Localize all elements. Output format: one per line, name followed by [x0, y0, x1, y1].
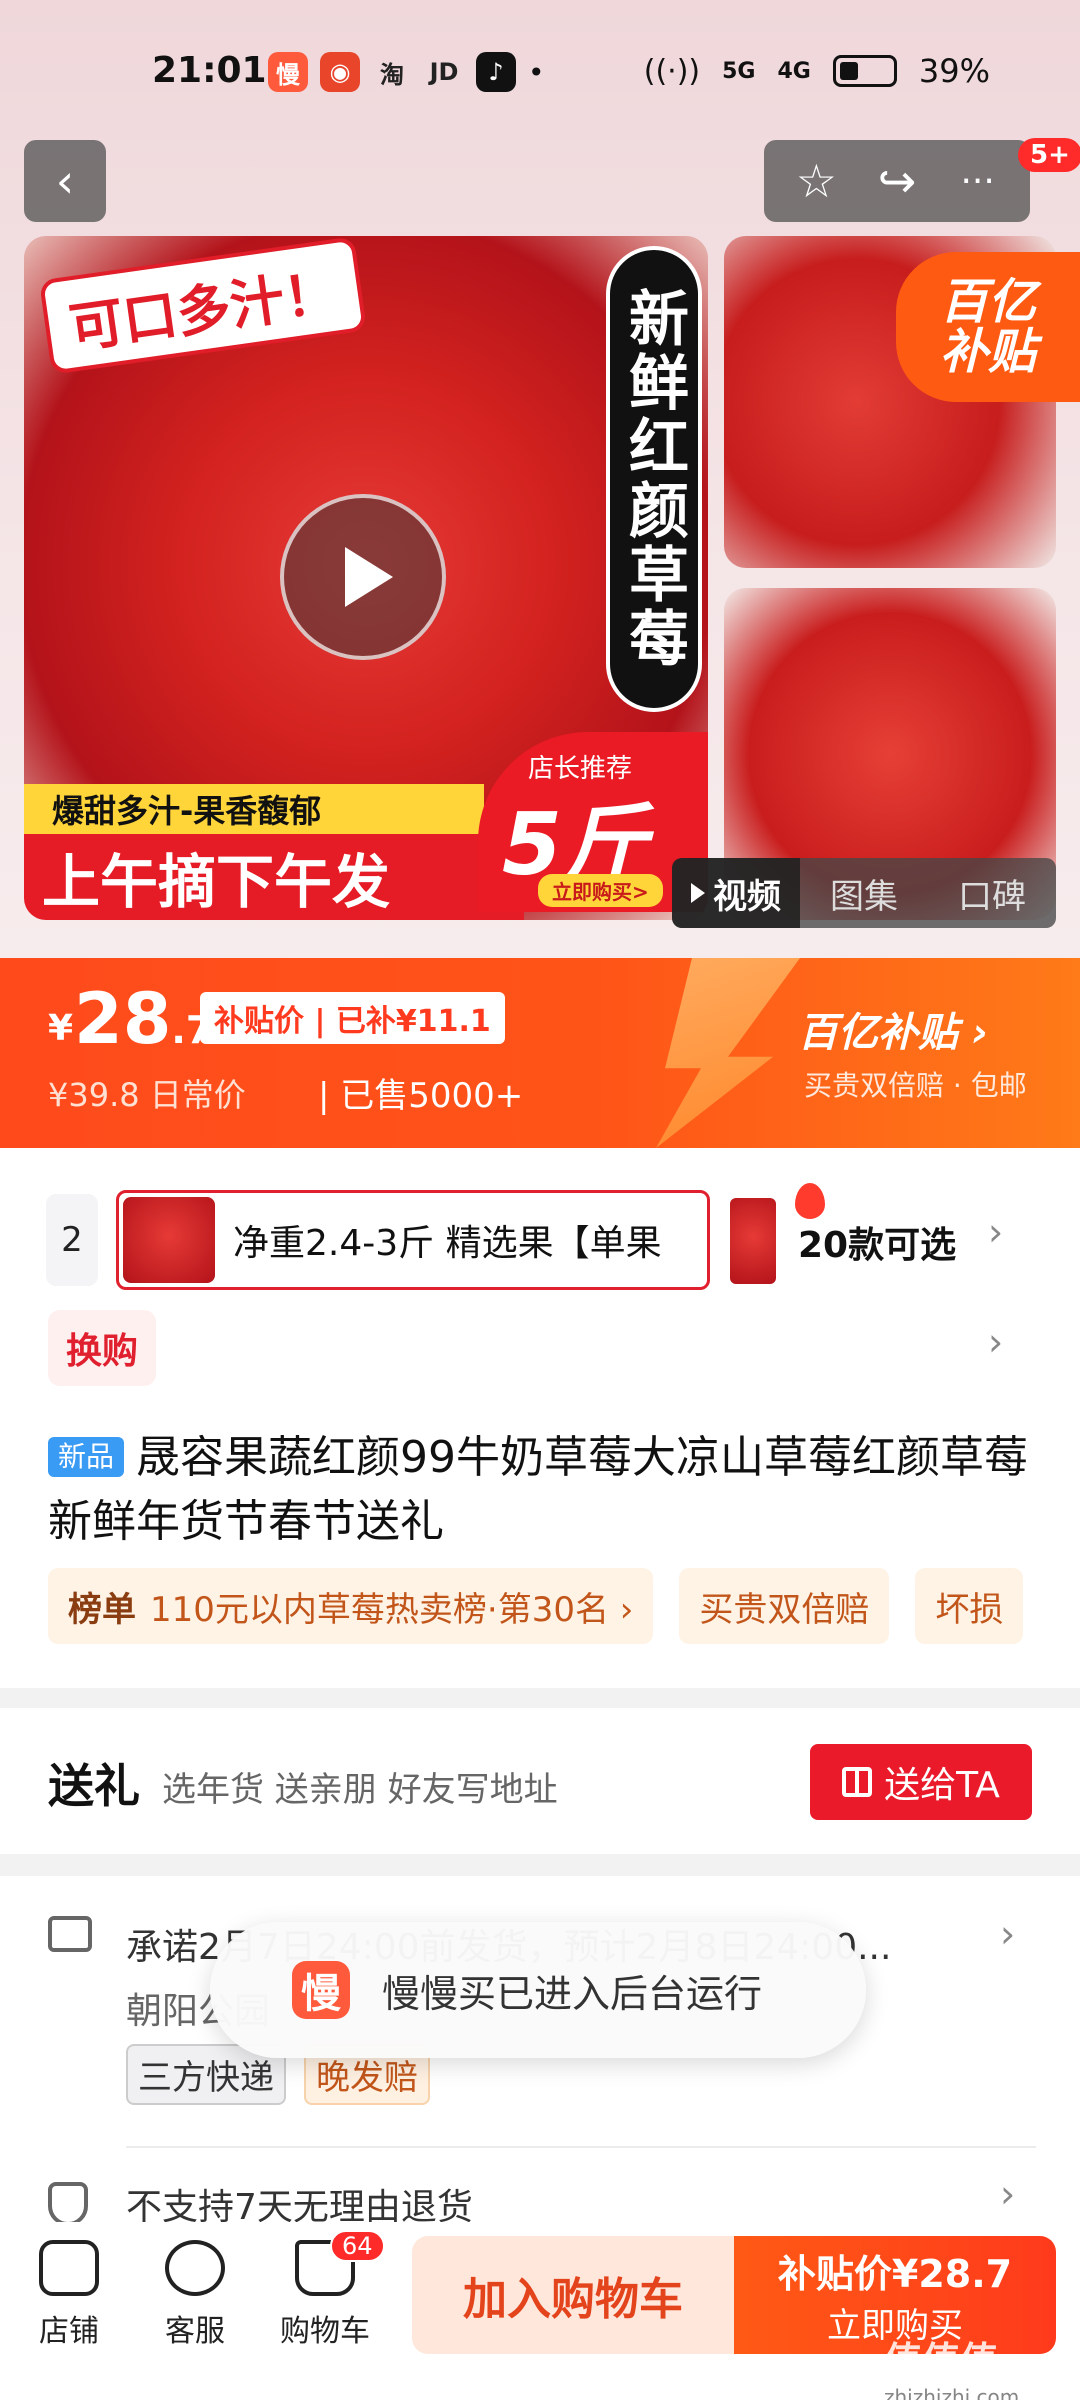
favorite-star-icon[interactable]: ☆	[785, 154, 847, 208]
truck-icon	[48, 1916, 92, 1952]
sku-count[interactable]: 20款可选	[798, 1216, 956, 1268]
image-band-red: 上午摘下午发	[24, 834, 524, 920]
toast-message: 慢慢买已进入后台运行	[382, 1971, 763, 2016]
sku-selector: 2 净重2.4-3斤 精选果【单果 20款可选 ›	[0, 1183, 1080, 1290]
cart-count-badge: 64	[330, 2230, 385, 2262]
signal-5g-icon: 5G	[722, 58, 756, 84]
add-to-cart-button[interactable]: 加入购物车	[412, 2236, 734, 2354]
watermark: 值值值 zhizhizhi.com	[884, 2330, 1019, 2400]
chevron-right-icon[interactable]: ›	[988, 1320, 1003, 1364]
battery-percent: 39%	[918, 52, 990, 90]
customer-service-icon	[165, 2240, 225, 2296]
customer-service-label: 客服	[165, 2314, 225, 2349]
price-guarantee-chip[interactable]: 买贵双倍赔	[679, 1568, 890, 1644]
badge-buy-text: 立即购买>	[538, 874, 663, 907]
product-info-card: 2 净重2.4-3斤 精选果【单果 20款可选 › 换购 › 新品 晟容果蔬红颜9…	[0, 1148, 1080, 1688]
status-app-icons: 慢 ◉ 淘 JD ♪ •	[268, 52, 545, 92]
lightning-decoration	[656, 958, 800, 1148]
chevron-right-icon[interactable]: ›	[988, 1210, 1003, 1254]
media-tabs: 视频 图集 口碑	[672, 858, 1056, 928]
gift-icon	[842, 1767, 873, 1797]
subsidy-corner-badge: 百亿 补贴	[896, 252, 1080, 402]
status-indicators: ((·)) 5G 4G 39%	[644, 52, 990, 90]
original-price: ¥39.8 日常价	[48, 1076, 246, 1114]
image-sticker-text: 可口多汁！	[38, 236, 368, 375]
swap-purchase-tag[interactable]: 换购	[48, 1310, 157, 1386]
watermark-url: zhizhizhi.com	[884, 2385, 1020, 2400]
shield-check-icon	[48, 2182, 88, 2226]
hot-flame-icon	[795, 1183, 825, 1219]
back-button[interactable]: ‹	[24, 140, 106, 222]
signal-4g-icon: 4G	[777, 58, 811, 84]
subsidy-corner-line2: 补贴	[939, 324, 1036, 380]
sold-count: | 已售5000+	[318, 1076, 524, 1116]
tab-reviews[interactable]: 口碑	[928, 858, 1056, 928]
douyin-app-icon: ♪	[476, 52, 516, 92]
cart-button[interactable]: 64 购物车	[270, 2230, 385, 2350]
notification-badge: 5+	[1018, 138, 1080, 172]
chevron-right-icon[interactable]: ›	[1000, 2172, 1015, 2216]
more-icon[interactable]: ···	[947, 161, 1009, 202]
sku-option-selected[interactable]: 净重2.4-3斤 精选果【单果	[116, 1183, 825, 1290]
subsidy-price-tag: 补贴价 | 已补¥11.1	[200, 992, 505, 1044]
shop-label: 店铺	[39, 2314, 99, 2349]
status-time: 21:01	[152, 50, 267, 91]
sku-thumbnail	[123, 1197, 215, 1283]
ranking-chip[interactable]: 榜单 110元以内草莓热卖榜·第30名 ›	[48, 1568, 654, 1644]
manmanmai-app-icon: 慢	[292, 1961, 350, 2019]
promo-chips: 榜单 110元以内草莓热卖榜·第30名 › 买贵双倍赔 坏损	[48, 1568, 1080, 1644]
subsidy-program-link[interactable]: 百亿补贴 ›	[798, 1000, 988, 1058]
sku-label: 净重2.4-3斤 精选果【单果	[233, 1223, 662, 1264]
shop-icon	[39, 2240, 99, 2296]
chevron-left-icon: ‹	[55, 154, 75, 208]
product-title: 新品 晟容果蔬红颜99牛奶草莓大凉山草莓红颜草莓新鲜年货节春节送礼	[48, 1426, 1038, 1554]
damage-guarantee-chip[interactable]: 坏损	[915, 1568, 1024, 1644]
new-product-badge: 新品	[48, 1437, 125, 1477]
sku-option-next[interactable]	[730, 1198, 776, 1284]
ranking-text: 110元以内草莓热卖榜·第30名 ›	[150, 1589, 634, 1630]
send-gift-label: 送给TA	[884, 1765, 1000, 1806]
watermark-logo: 值值值	[884, 2339, 999, 2383]
tab-video[interactable]: 视频	[672, 858, 800, 928]
status-bar: 21:01 慢 ◉ 淘 JD ♪ • ((·)) 5G 4G 39%	[0, 40, 1080, 104]
gift-title: 送礼	[48, 1759, 140, 1813]
send-gift-button[interactable]: 送给TA	[810, 1744, 1032, 1820]
divider	[126, 2146, 1036, 2148]
product-title-text: 晟容果蔬红颜99牛奶草莓大凉山草莓红颜草莓新鲜年货节春节送礼	[48, 1432, 1029, 1547]
cart-label: 购物车	[280, 2314, 370, 2349]
product-main-image[interactable]: 可口多汁！ 新鲜红颜草莓 爆甜多汁-果香馥郁 上午摘下午发 店长推荐 5斤 立即…	[24, 236, 708, 920]
jd-app-icon: JD	[429, 58, 459, 86]
customer-service-button[interactable]: 客服	[140, 2240, 250, 2350]
background-running-toast: 慢 慢慢买已进入后台运行	[210, 1922, 866, 2058]
manmanmai-app-icon: 慢	[268, 52, 308, 92]
chevron-right-icon[interactable]: ›	[1000, 1912, 1015, 1956]
subsidy-corner-line1: 百亿	[939, 273, 1036, 330]
sku-option-prev[interactable]: 2	[46, 1194, 98, 1286]
app-notification-icon: ◉	[320, 52, 360, 92]
price-banner: ¥ 28.7 补贴价 | 已补¥11.1 ¥39.8 日常价 | 已售5000+…	[0, 958, 1080, 1148]
price-currency: ¥	[48, 1008, 74, 1049]
price-integer: 28	[74, 978, 172, 1060]
tab-gallery[interactable]: 图集	[800, 858, 928, 928]
gift-card: 送礼 选年货 送亲朋 好友写地址 送给TA	[0, 1708, 1080, 1854]
nav-actions: ☆ ↪ ···	[764, 140, 1030, 222]
taobao-app-icon: 淘	[380, 60, 404, 89]
status-more-dot: •	[528, 55, 545, 89]
share-icon[interactable]: ↪	[866, 154, 928, 208]
wifi-icon: ((·))	[643, 53, 701, 89]
subsidy-program-desc: 买贵双倍赔 · 包邮	[804, 1069, 1027, 1102]
battery-icon	[832, 55, 897, 87]
price-value: 28.7	[74, 978, 212, 1060]
gift-description: 选年货 送亲朋 好友写地址	[162, 1770, 558, 1810]
image-band-yellow: 爆甜多汁-果香馥郁	[24, 784, 484, 834]
video-play-icon[interactable]	[280, 494, 446, 660]
ranking-label: 榜单	[68, 1589, 136, 1630]
shop-button[interactable]: 店铺	[14, 2240, 124, 2350]
image-vertical-tag: 新鲜红颜草莓	[606, 246, 702, 712]
buy-now-price: 补贴价¥28.7	[777, 2252, 1013, 2296]
